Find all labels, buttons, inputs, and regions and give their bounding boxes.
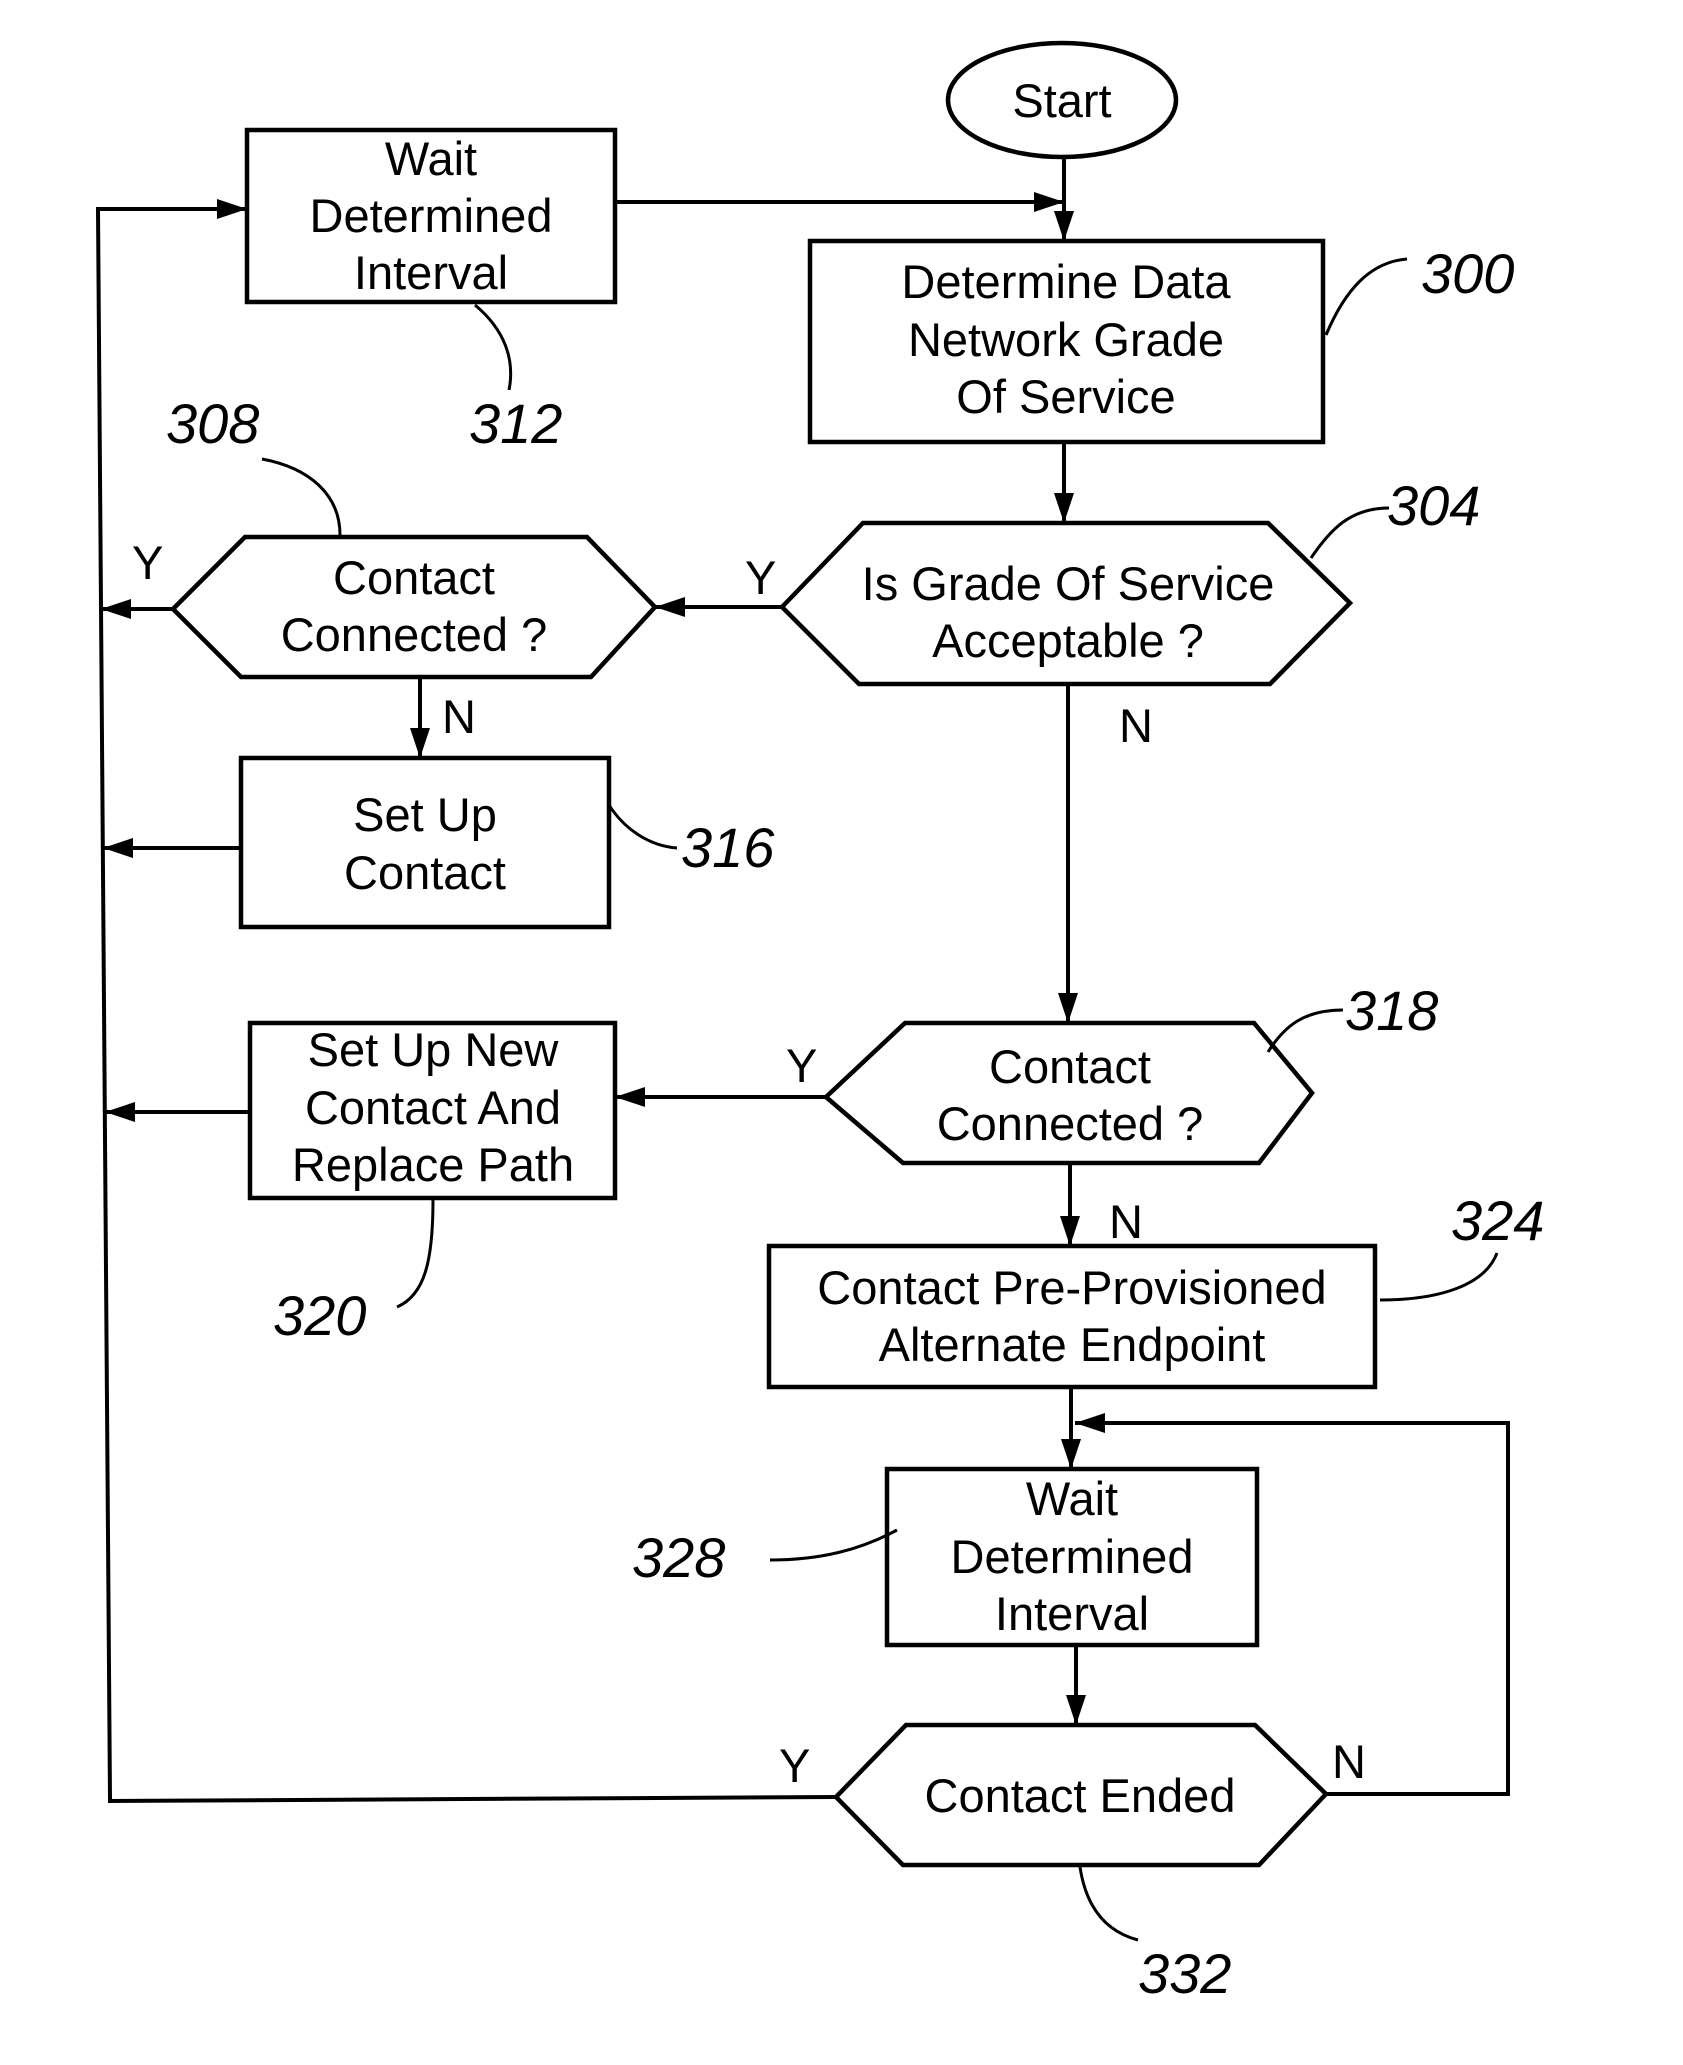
node-324-line-1: Contact Pre-Provisioned <box>817 1261 1326 1314</box>
node-328-line-3: Interval <box>995 1587 1149 1640</box>
leader-line-308 <box>261 457 342 536</box>
node-312-line-3: Interval <box>354 246 508 299</box>
node-308-line-1: Contact <box>333 551 495 604</box>
edge-label-332-no: N <box>1332 1735 1366 1788</box>
leader-line-320 <box>396 1199 435 1309</box>
ref-numeral-304: 304 <box>1387 474 1480 537</box>
process-box-316 <box>238 755 612 930</box>
node-332-line-1: Contact Ended <box>925 1769 1236 1822</box>
node-312-line-2: Determined <box>310 189 553 242</box>
leader-line-316 <box>607 804 678 850</box>
start-label: Start <box>1012 74 1111 127</box>
node-328-wait: Wait Determined Interval <box>884 1466 1260 1648</box>
node-316-line-1: Set Up <box>353 788 497 841</box>
leader-line-332 <box>1078 1866 1139 1942</box>
node-320-line-3: Replace Path <box>292 1138 574 1191</box>
node-312-line-1: Wait <box>385 132 477 185</box>
leader-line-318 <box>1266 1008 1344 1053</box>
node-320-line-2: Contact And <box>305 1081 561 1134</box>
edge-label-332-yes: Y <box>779 1739 810 1792</box>
node-318-contact-connected: Contact Connected ? <box>822 1020 1315 1166</box>
node-300-line-3: Of Service <box>956 370 1175 423</box>
edge-label-308-no: N <box>442 690 476 743</box>
node-316-line-2: Contact <box>344 846 506 899</box>
node-320-setup-new-contact: Set Up New Contact And Replace Path <box>247 1020 618 1201</box>
node-328-line-2: Determined <box>951 1530 1194 1583</box>
node-318-line-1: Contact <box>989 1040 1151 1093</box>
ref-numeral-312: 312 <box>469 392 562 455</box>
node-318-line-2: Connected ? <box>937 1097 1204 1150</box>
node-312-wait: Wait Determined Interval <box>244 127 618 305</box>
edge-label-304-yes: Y <box>745 551 776 604</box>
leader-line-304 <box>1309 506 1390 559</box>
node-300-line-2: Network Grade <box>908 313 1224 366</box>
ref-numeral-300: 300 <box>1421 242 1514 305</box>
edge-label-318-yes: Y <box>786 1039 817 1092</box>
node-start: Start <box>945 40 1179 160</box>
node-304-line-1: Is Grade Of Service <box>862 557 1275 610</box>
ref-numeral-316: 316 <box>681 816 775 879</box>
node-300-determine-gos: Determine Data Network Grade Of Service <box>807 238 1326 445</box>
flowchart: Start Wait Determined Interval Determine… <box>95 40 1544 2005</box>
node-300-line-1: Determine Data <box>901 255 1231 308</box>
node-316-setup-contact: Set Up Contact <box>238 755 612 930</box>
leader-line-324 <box>1379 1252 1499 1302</box>
edge-label-304-no: N <box>1119 699 1153 752</box>
ref-numeral-320: 320 <box>273 1284 366 1347</box>
leader-line-312 <box>474 303 513 391</box>
node-308-line-2: Connected ? <box>281 608 548 661</box>
node-304-line-2: Acceptable ? <box>932 614 1204 667</box>
leader-line-328 <box>769 1528 898 1562</box>
node-308-contact-connected: Contact Connected ? <box>169 534 659 680</box>
node-320-line-1: Set Up New <box>308 1023 560 1076</box>
node-304-gos-acceptable: Is Grade Of Service Acceptable ? <box>778 520 1354 687</box>
ref-numeral-308: 308 <box>166 392 259 455</box>
ref-numeral-328: 328 <box>632 1526 725 1589</box>
ref-numeral-318: 318 <box>1345 979 1438 1042</box>
node-324-line-2: Alternate Endpoint <box>879 1318 1266 1371</box>
ref-numeral-324: 324 <box>1451 1189 1544 1252</box>
node-324-contact-alternate: Contact Pre-Provisioned Alternate Endpoi… <box>766 1243 1378 1390</box>
ref-numeral-332: 332 <box>1138 1942 1231 2005</box>
node-332-contact-ended: Contact Ended <box>832 1722 1330 1868</box>
leader-line-300 <box>1324 257 1408 336</box>
edge-label-318-no: N <box>1109 1195 1143 1248</box>
edge-label-308-yes: Y <box>132 536 163 589</box>
node-328-line-1: Wait <box>1026 1472 1118 1525</box>
